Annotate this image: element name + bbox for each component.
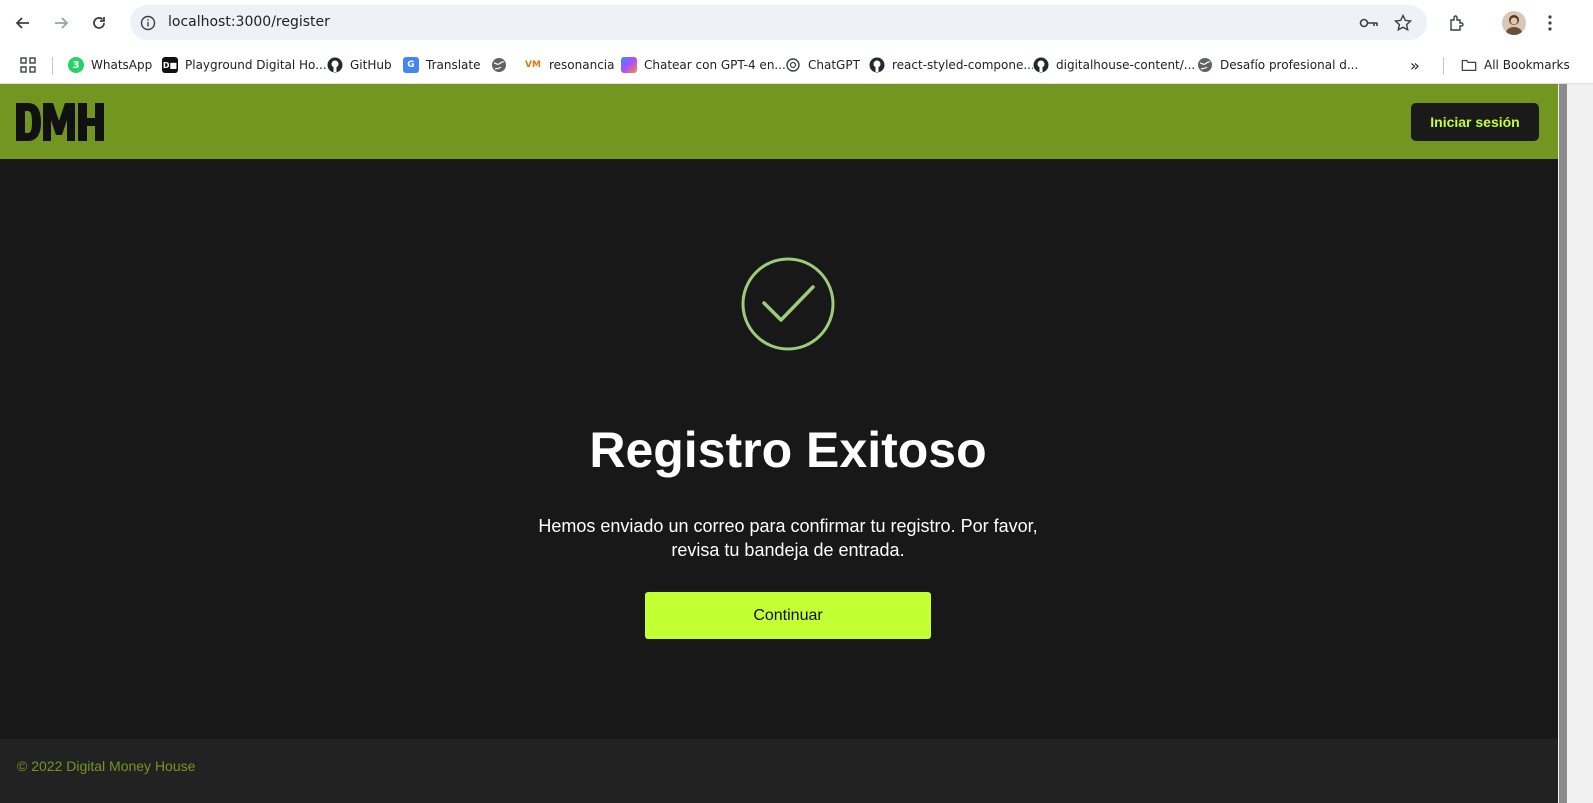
bookmark-label: Desafío profesional d... <box>1220 58 1359 72</box>
github-icon <box>869 57 885 73</box>
vm-icon: VM <box>524 57 542 73</box>
apps-grid-icon[interactable] <box>19 54 37 76</box>
more-bookmarks-chevron-icon[interactable]: » <box>1410 54 1420 76</box>
forward-icon[interactable] <box>48 10 74 36</box>
bookmark-playground[interactable]: D■ Playground Digital Ho... <box>162 54 327 76</box>
bookmark-desafio[interactable]: Desafío profesional d... <box>1197 54 1358 76</box>
success-check-icon <box>741 257 835 351</box>
page-title: Registro Exitoso <box>589 422 987 478</box>
site-info-icon[interactable] <box>138 13 157 32</box>
password-key-icon[interactable] <box>1359 13 1379 33</box>
bookmark-chatgpt[interactable]: ChatGPT <box>785 54 860 76</box>
copyright-text: © 2022 Digital Money House <box>17 758 196 774</box>
bookmark-label: Chatear con GPT-4 en... <box>644 58 786 72</box>
bookmark-copilot[interactable]: Chatear con GPT-4 en... <box>621 54 786 76</box>
bookmark-label: Translate <box>426 58 481 72</box>
github-icon <box>1033 57 1049 73</box>
chatgpt-icon <box>785 57 801 73</box>
github-icon <box>327 57 343 73</box>
bookmarks-bar: 3 WhatsApp D■ Playground Digital Ho... G… <box>0 45 1593 84</box>
continue-button[interactable]: Continuar <box>645 592 931 639</box>
bookmark-label: Playground Digital Ho... <box>185 58 327 72</box>
more-menu-icon[interactable] <box>1538 11 1562 35</box>
globe-icon <box>491 57 507 73</box>
bookmark-translate[interactable]: G Translate <box>403 54 481 76</box>
bookmark-label: ChatGPT <box>808 58 860 72</box>
extensions-icon[interactable] <box>1445 11 1469 35</box>
translate-icon: G <box>403 57 419 73</box>
globe-icon <box>1197 57 1213 73</box>
folder-icon <box>1461 57 1477 73</box>
profile-avatar[interactable] <box>1502 11 1526 35</box>
success-panel: Registro Exitoso Hemos enviado un correo… <box>0 159 1558 739</box>
bookmark-label: WhatsApp <box>91 58 153 72</box>
scrollbar-thumb[interactable] <box>1559 84 1567 803</box>
copilot-icon <box>621 57 637 73</box>
bookmark-label: react-styled-compone... <box>892 58 1035 72</box>
dmh-logo[interactable] <box>16 103 112 141</box>
bookmark-globe[interactable] <box>491 54 514 76</box>
bookmark-resonancia[interactable]: VM resonancia <box>524 54 615 76</box>
bookmark-whatsapp[interactable]: 3 WhatsApp <box>68 54 152 76</box>
bookmark-label: GitHub <box>350 58 392 72</box>
confirmation-message: Hemos enviado un correo para confirmar t… <box>538 516 1038 560</box>
dh-icon: D■ <box>162 57 178 73</box>
bookmark-star-icon[interactable] <box>1393 13 1413 33</box>
app-header: Iniciar sesión <box>0 84 1558 159</box>
all-bookmarks-folder[interactable]: All Bookmarks <box>1461 54 1570 76</box>
whatsapp-icon: 3 <box>68 57 84 73</box>
reload-icon[interactable] <box>86 10 112 36</box>
bookmark-react-styled[interactable]: react-styled-compone... <box>869 54 1035 76</box>
bookmarks-divider <box>52 57 53 75</box>
footer: © 2022 Digital Money House <box>0 739 1558 803</box>
browser-toolbar: localhost:3000/register <box>0 0 1593 45</box>
bookmark-digitalhouse-content[interactable]: digitalhouse-content/... <box>1033 54 1195 76</box>
all-bookmarks-label: All Bookmarks <box>1484 58 1570 72</box>
bookmark-label: digitalhouse-content/... <box>1056 58 1196 72</box>
login-button[interactable]: Iniciar sesión <box>1411 103 1539 141</box>
bookmark-label: resonancia <box>549 58 615 72</box>
back-icon[interactable] <box>10 10 36 36</box>
bookmarks-divider <box>1443 57 1444 75</box>
address-bar[interactable]: localhost:3000/register <box>130 5 1427 40</box>
url-text[interactable]: localhost:3000/register <box>168 14 330 30</box>
bookmark-github[interactable]: GitHub <box>327 54 392 76</box>
page-scrollbar[interactable] <box>1558 84 1593 803</box>
